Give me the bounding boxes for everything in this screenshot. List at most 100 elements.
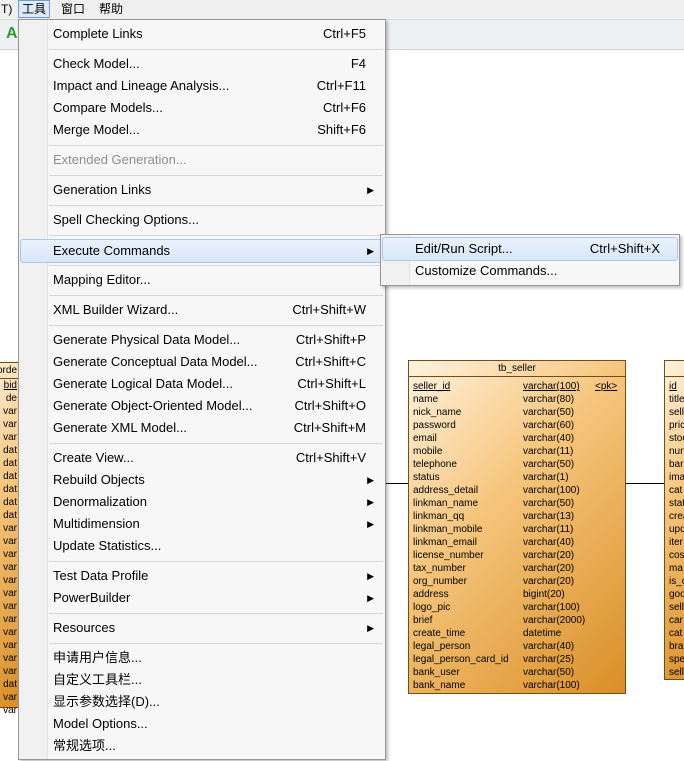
table-row: dat <box>3 497 17 508</box>
table-row: var <box>3 419 17 430</box>
column-type: varchar(50) <box>523 459 575 470</box>
menu-item-gen-physical[interactable]: Generate Physical Data Model... Ctrl+Shif… <box>21 329 383 351</box>
menu-item-gen-conceptual[interactable]: Generate Conceptual Data Model... Ctrl+Sh… <box>21 351 383 373</box>
column-name: email <box>413 433 437 444</box>
table-row: var <box>3 549 17 560</box>
table-row: var <box>3 653 17 664</box>
table-row: dat <box>3 458 17 469</box>
menu-separator <box>49 49 383 50</box>
table-title <box>665 361 684 377</box>
column-type: varchar(40) <box>523 537 575 548</box>
menu-window[interactable]: 窗口 <box>58 1 88 17</box>
column-type: varchar(20) <box>523 550 575 561</box>
table-rows: bid de var var var dat dat dat dat dat dat var var va… <box>0 379 19 717</box>
menu-item-multidimension[interactable]: Multidimension ▶ <box>21 513 383 535</box>
column-name: brief <box>413 615 433 626</box>
table-order[interactable]: orde bid de var var var dat dat dat dat dat dat var… <box>0 362 20 716</box>
menu-item-resources[interactable]: Resources ▶ <box>21 617 383 639</box>
column-name: mobile <box>413 446 443 457</box>
menu-item-merge-model[interactable]: Merge Model... Shift+F6 <box>21 119 383 141</box>
menu-item-user-info[interactable]: 申请用户信息... <box>21 647 383 669</box>
table-row: var <box>3 692 17 703</box>
table-row: address_detail varchar(100) <box>409 484 625 497</box>
table-row: crea <box>669 511 684 522</box>
menu-item-model-options[interactable]: Model Options... <box>21 713 383 735</box>
menu-item-gen-logical[interactable]: Generate Logical Data Model... Ctrl+Shift… <box>21 373 383 395</box>
menu-item-label: Resources <box>53 620 116 635</box>
menu-separator <box>49 145 383 146</box>
menu-separator <box>49 325 383 326</box>
menu-item-shortcut: Ctrl+Shift+P <box>295 332 366 347</box>
menu-item-label: Multidimension <box>53 516 140 531</box>
menu-item-shortcut: Ctrl+Shift+C <box>295 354 366 369</box>
menu-item-label: Impact and Lineage Analysis... <box>53 78 230 93</box>
menu-item-label: Rebuild Objects <box>53 472 145 487</box>
table-row: dat <box>3 445 17 456</box>
menu-item-gen-oo[interactable]: Generate Object-Oriented Model... Ctrl+Sh… <box>21 395 383 417</box>
menu-item-generation-links[interactable]: Generation Links ▶ <box>21 179 383 201</box>
menu-item-label: 申请用户信息... <box>53 650 142 665</box>
menu-item-denormalization[interactable]: Denormalization ▶ <box>21 491 383 513</box>
table-row: linkman_name varchar(50) <box>409 497 625 510</box>
menu-item-compare-models[interactable]: Compare Models... Ctrl+F6 <box>21 97 383 119</box>
table-row: telephone varchar(50) <box>409 458 625 471</box>
column-type: varchar(20) <box>523 576 575 587</box>
menu-partial[interactable]: T) <box>0 1 15 17</box>
add-text-icon[interactable]: A <box>6 25 18 43</box>
menu-item-powerbuilder[interactable]: PowerBuilder ▶ <box>21 587 383 609</box>
menu-item-execute-commands[interactable]: Execute Commands ▶ <box>20 239 384 263</box>
table-row: bar <box>669 459 684 470</box>
table-rows: id title sell pric stoc nun bar ima cat stat crea u… <box>665 377 684 679</box>
table-row: var <box>3 536 17 547</box>
table-item[interactable]: id title sell pric stoc nun bar ima cat stat crea u… <box>664 360 684 680</box>
submenu-arrow-icon: ▶ <box>367 593 374 603</box>
connector-line <box>625 483 665 484</box>
menu-separator <box>49 265 383 266</box>
menu-item-shortcut: Ctrl+Shift+O <box>294 398 366 413</box>
menu-item-label: PowerBuilder <box>53 590 131 605</box>
menu-item-label: Complete Links <box>53 26 143 41</box>
menu-item-label: Merge Model... <box>53 122 140 137</box>
menu-item-rebuild-objects[interactable]: Rebuild Objects ▶ <box>21 469 383 491</box>
menu-item-general-options[interactable]: 常规选项... <box>21 735 383 757</box>
menu-tools[interactable]: 工具 <box>18 0 51 18</box>
menu-item-shortcut: Ctrl+Shift+X <box>589 241 660 256</box>
menu-item-spell-checking[interactable]: Spell Checking Options... <box>21 209 383 231</box>
column-type: varchar(50) <box>523 407 575 418</box>
submenu-arrow-icon: ▶ <box>367 519 374 529</box>
menu-item-update-statistics[interactable]: Update Statistics... <box>21 535 383 557</box>
menu-item-customize-commands[interactable]: Customize Commands... <box>383 260 677 282</box>
menu-item-label: Edit/Run Script... <box>415 241 513 256</box>
menu-item-label: Update Statistics... <box>53 538 162 553</box>
menu-item-display-prefs[interactable]: 显示参数选择(D)... <box>21 691 383 713</box>
column-type: varchar(25) <box>523 654 575 665</box>
menu-item-impact-lineage[interactable]: Impact and Lineage Analysis... Ctrl+F11 <box>21 75 383 97</box>
execute-commands-submenu: Edit/Run Script... Ctrl+Shift+X Customiz… <box>380 234 680 286</box>
table-row: title <box>669 394 684 405</box>
menu-help[interactable]: 帮助 <box>96 1 126 17</box>
table-tb-seller[interactable]: tb_seller seller_id varchar(100) <pk> name v… <box>408 360 626 694</box>
menu-item-label: Execute Commands <box>53 243 171 258</box>
column-name: tax_number <box>413 563 466 574</box>
menu-item-complete-links[interactable]: Complete Links Ctrl+F5 <box>21 23 383 45</box>
column-type: varchar(50) <box>523 498 575 509</box>
menu-item-xml-builder[interactable]: XML Builder Wizard... Ctrl+Shift+W <box>21 299 383 321</box>
menu-item-test-data-profile[interactable]: Test Data Profile ▶ <box>21 565 383 587</box>
menu-item-create-view[interactable]: Create View... Ctrl+Shift+V <box>21 447 383 469</box>
menu-separator <box>49 561 383 562</box>
menu-item-check-model[interactable]: Check Model... F4 <box>21 53 383 75</box>
menu-item-mapping-editor[interactable]: Mapping Editor... <box>21 269 383 291</box>
table-row: goo <box>669 589 684 600</box>
submenu-arrow-icon: ▶ <box>367 246 374 256</box>
menu-item-label: Test Data Profile <box>53 568 149 583</box>
menu-item-label: Denormalization <box>53 494 147 509</box>
menu-item-label: Create View... <box>53 450 134 465</box>
submenu-arrow-icon: ▶ <box>367 571 374 581</box>
column-name: legal_person_card_id <box>413 654 509 665</box>
column-name: license_number <box>413 550 484 561</box>
menu-item-custom-toolbar[interactable]: 自定义工具栏... <box>21 669 383 691</box>
table-row: legal_person varchar(40) <box>409 640 625 653</box>
menu-item-shortcut: Ctrl+F5 <box>323 26 366 41</box>
menu-item-edit-run-script[interactable]: Edit/Run Script... Ctrl+Shift+X <box>382 237 678 261</box>
menu-item-gen-xml[interactable]: Generate XML Model... Ctrl+Shift+M <box>21 417 383 439</box>
